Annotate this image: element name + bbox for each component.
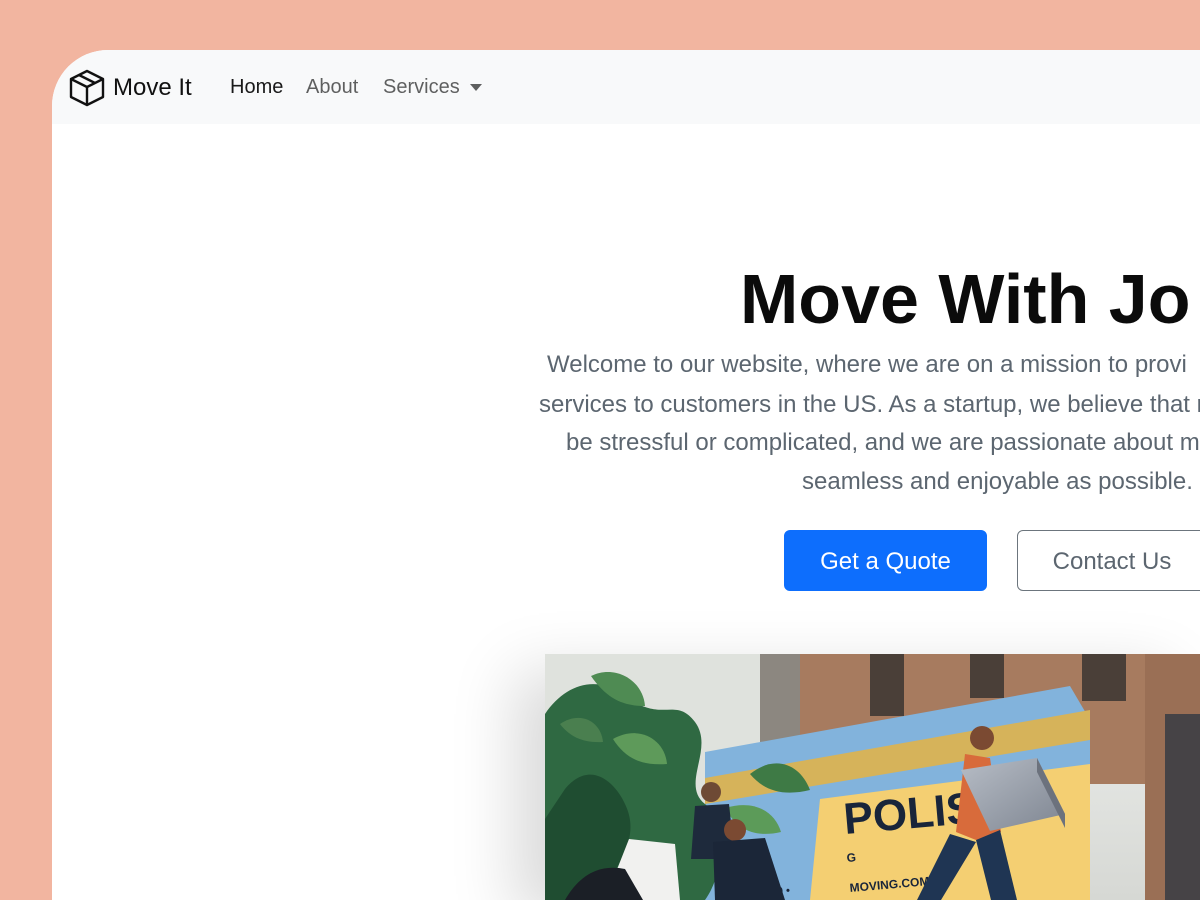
brand-name: Move It bbox=[113, 74, 192, 101]
hero-description-line: be stressful or complicated, and we are … bbox=[566, 429, 1200, 456]
browser-window: Move It Home About Services Move With Jo… bbox=[52, 50, 1200, 900]
hero-description-line: seamless and enjoyable as possible. bbox=[802, 468, 1193, 495]
nav-services-dropdown[interactable]: Services bbox=[383, 75, 482, 99]
nav-link-services: Services bbox=[383, 76, 460, 98]
truck-brand-subtext: G bbox=[846, 850, 857, 865]
nav-link-home[interactable]: Home bbox=[230, 75, 283, 99]
contact-us-button[interactable]: Contact Us bbox=[1017, 530, 1200, 591]
navbar: Move It Home About Services bbox=[52, 50, 1200, 124]
nav-link-about[interactable]: About bbox=[306, 75, 358, 99]
hero-description-line: Welcome to our website, where we are on … bbox=[547, 351, 1187, 378]
brand-link[interactable]: Move It bbox=[66, 68, 192, 108]
get-a-quote-button[interactable]: Get a Quote bbox=[784, 530, 987, 591]
box-icon bbox=[66, 67, 108, 109]
moving-truck-photo: POLIS G 520 • MOVING.COM bbox=[545, 654, 1200, 900]
hero-description-line: services to customers in the US. As a st… bbox=[539, 391, 1200, 418]
hero-title: Move With Jo bbox=[740, 260, 1191, 338]
chevron-down-icon bbox=[469, 83, 482, 91]
hero-image: POLIS G 520 • MOVING.COM bbox=[545, 654, 1200, 900]
